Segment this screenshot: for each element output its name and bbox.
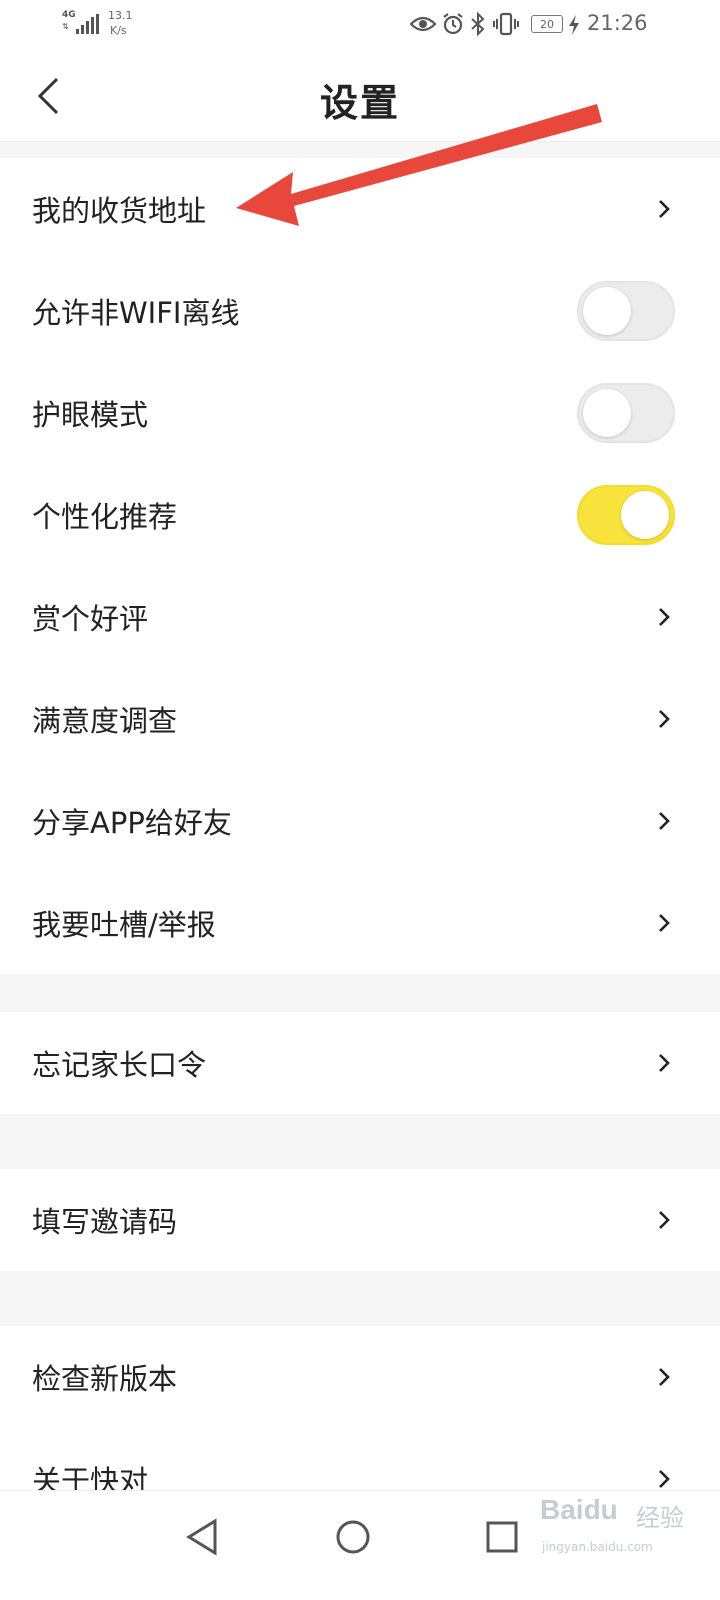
settings-section-parent: 忘记家长口令 bbox=[0, 1012, 720, 1114]
chevron-right-icon bbox=[654, 197, 674, 221]
settings-row-label: 忘记家长口令 bbox=[32, 1048, 207, 1082]
vibrate-icon bbox=[493, 12, 519, 36]
chevron-right-icon bbox=[654, 1051, 674, 1075]
settings-row-label: 个性化推荐 bbox=[32, 500, 178, 534]
nav-recents-icon bbox=[486, 1521, 518, 1553]
page-title: 设置 bbox=[319, 81, 400, 125]
battery-icon: 20 bbox=[531, 15, 563, 33]
settings-row-label: 允许非WIFI离线 bbox=[32, 296, 240, 330]
toggle-knob bbox=[621, 491, 669, 539]
settings-row[interactable]: 我要吐槽/举报 bbox=[0, 872, 720, 974]
settings-row[interactable]: 我的收货地址 bbox=[0, 158, 720, 260]
settings-row-label: 我的收货地址 bbox=[32, 194, 207, 228]
toggle-switch[interactable] bbox=[577, 383, 675, 443]
nav-home-button[interactable] bbox=[323, 1507, 383, 1567]
status-bar: 4G ⇅ 13.1 K/s 20 21:26 bbox=[0, 0, 720, 50]
settings-row[interactable]: 个性化推荐 bbox=[0, 464, 720, 566]
settings-row-label: 填写邀请码 bbox=[32, 1205, 178, 1239]
settings-row-label: 护眼模式 bbox=[32, 398, 149, 432]
nav-recents-button[interactable] bbox=[472, 1507, 532, 1567]
chevron-right-icon bbox=[654, 1365, 674, 1389]
settings-section-general: 我的收货地址 允许非WIFI离线 护眼模式个性化推荐赏个好评满意度调查分享APP给好… bbox=[0, 158, 720, 974]
bluetooth-icon bbox=[469, 11, 487, 37]
chevron-right-icon bbox=[654, 1467, 674, 1491]
watermark-brand: Baidu bbox=[540, 1494, 618, 1525]
settings-row[interactable]: 分享APP给好友 bbox=[0, 770, 720, 872]
watermark-url: jingyan.baidu.com bbox=[542, 1540, 653, 1554]
battery-level: 20 bbox=[540, 17, 554, 31]
settings-section-invite: 填写邀请码 bbox=[0, 1169, 720, 1271]
settings-row[interactable]: 忘记家长口令 bbox=[0, 1012, 720, 1114]
watermark-brand-cn: 经验 bbox=[636, 1504, 684, 1532]
nav-back-icon bbox=[186, 1518, 217, 1556]
toggle-switch[interactable] bbox=[577, 281, 675, 341]
nav-back-button[interactable] bbox=[172, 1507, 232, 1567]
data-activity-icon: ⇅ bbox=[62, 22, 69, 31]
watermark: Baidu 经验 jingyan.baidu.com bbox=[540, 1492, 700, 1562]
settings-row[interactable]: 允许非WIFI离线 bbox=[0, 260, 720, 362]
nav-home-icon bbox=[336, 1520, 370, 1554]
settings-row-label: 赏个好评 bbox=[32, 602, 149, 636]
status-time: 21:26 bbox=[587, 11, 648, 35]
eye-icon bbox=[409, 14, 437, 34]
network-type: 4G bbox=[62, 10, 76, 20]
chevron-right-icon bbox=[654, 809, 674, 833]
settings-row[interactable]: 满意度调查 bbox=[0, 668, 720, 770]
app-header: 设置 bbox=[0, 50, 720, 142]
charging-icon bbox=[566, 14, 582, 36]
settings-row[interactable]: 检查新版本 bbox=[0, 1326, 720, 1428]
settings-row[interactable]: 填写邀请码 bbox=[0, 1169, 720, 1271]
settings-row-label: 我要吐槽/举报 bbox=[32, 908, 216, 942]
chevron-right-icon bbox=[654, 707, 674, 731]
network-speed: 13.1 K/s bbox=[108, 8, 133, 38]
speed-unit: K/s bbox=[110, 24, 127, 37]
chevron-right-icon bbox=[654, 1208, 674, 1232]
settings-row[interactable]: 赏个好评 bbox=[0, 566, 720, 668]
signal-indicator: 4G ⇅ bbox=[62, 10, 102, 36]
speed-value: 13.1 bbox=[108, 9, 133, 22]
alarm-icon bbox=[441, 12, 465, 36]
signal-bars-icon bbox=[76, 14, 102, 34]
toggle-switch[interactable] bbox=[577, 485, 675, 545]
settings-row-label: 满意度调查 bbox=[32, 704, 178, 738]
chevron-right-icon bbox=[654, 605, 674, 629]
toggle-knob bbox=[583, 389, 631, 437]
settings-row[interactable]: 护眼模式 bbox=[0, 362, 720, 464]
chevron-right-icon bbox=[654, 911, 674, 935]
settings-row-label: 分享APP给好友 bbox=[32, 806, 232, 840]
settings-row-label: 检查新版本 bbox=[32, 1362, 178, 1396]
toggle-knob bbox=[583, 287, 631, 335]
